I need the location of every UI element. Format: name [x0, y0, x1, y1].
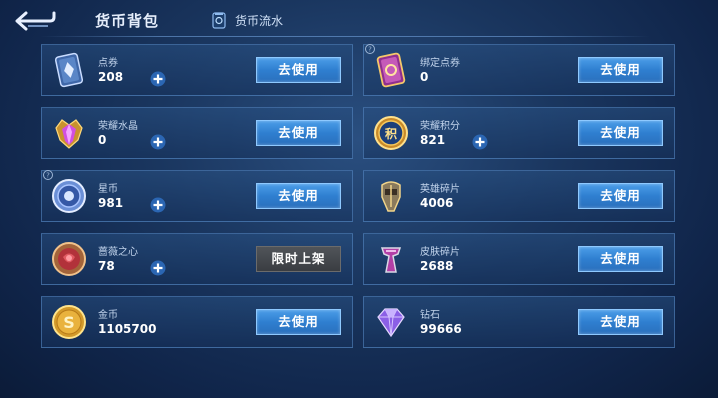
use-button[interactable]: 去使用	[256, 309, 341, 335]
ticket-card-icon	[54, 52, 84, 88]
currency-amount: 0	[98, 133, 107, 147]
currency-card-star-coin: ? 星币 981 去使用	[41, 170, 353, 222]
add-icon[interactable]	[150, 134, 166, 150]
currency-name: 荣耀积分	[420, 121, 460, 132]
currency-card-skin-fragment: 皮肤碎片 2688 去使用	[363, 233, 675, 285]
ledger-icon	[212, 12, 226, 29]
bound-ticket-card-icon	[376, 52, 406, 88]
use-button[interactable]: 去使用	[578, 246, 663, 272]
currency-name: 金币	[98, 310, 118, 321]
use-button[interactable]: 去使用	[256, 183, 341, 209]
svg-text:积: 积	[385, 126, 397, 141]
currency-name: 英雄碎片	[420, 184, 460, 195]
star-coin-icon	[52, 179, 86, 213]
add-icon[interactable]	[472, 134, 488, 150]
currency-card-glory-points: 积 荣耀积分 821 去使用	[363, 107, 675, 159]
currency-amount: 99666	[420, 322, 462, 336]
diamond-icon	[377, 308, 405, 338]
bottom-edge	[0, 398, 718, 403]
currency-card-ticket: 点券 208 去使用	[41, 44, 353, 96]
header-divider	[40, 36, 650, 37]
limited-time-button: 限时上架	[256, 246, 341, 272]
currency-amount: 78	[98, 259, 115, 273]
use-button[interactable]: 去使用	[256, 57, 341, 83]
currency-name: 蔷薇之心	[98, 247, 138, 258]
currency-card-bound-ticket: ? 绑定点券 0 去使用	[363, 44, 675, 96]
currency-name: 钻石	[420, 310, 440, 321]
back-arrow-icon[interactable]	[14, 9, 56, 33]
use-button[interactable]: 去使用	[578, 309, 663, 335]
currency-amount: 0	[420, 70, 429, 84]
currency-amount: 821	[420, 133, 446, 147]
add-icon[interactable]	[150, 260, 166, 276]
currency-flow-label: 货币流水	[235, 14, 284, 28]
gold-coin-icon: S	[52, 305, 86, 339]
currency-flow-link[interactable]: 货币流水	[212, 12, 283, 29]
svg-text:S: S	[63, 313, 75, 332]
currency-amount: 981	[98, 196, 124, 210]
top-bar: 货币背包 货币流水	[0, 0, 718, 40]
currency-card-hero-fragment: 英雄碎片 4006 去使用	[363, 170, 675, 222]
currency-backpack-screen: 货币背包 货币流水 点券 208 去使用 ? 绑定点券 0 去使用 荣耀水晶 0…	[0, 0, 718, 398]
currency-name: 星币	[98, 184, 118, 195]
currency-name: 皮肤碎片	[420, 247, 460, 258]
add-icon[interactable]	[150, 197, 166, 213]
currency-name: 点券	[98, 58, 118, 69]
currency-name: 绑定点券	[420, 58, 460, 69]
currency-amount: 4006	[420, 196, 454, 210]
glory-points-icon: 积	[374, 116, 408, 150]
currency-amount: 1105700	[98, 322, 157, 336]
currency-card-gold-coin: S 金币 1105700 去使用	[41, 296, 353, 348]
rose-heart-icon	[52, 242, 86, 276]
currency-card-diamond: 钻石 99666 去使用	[363, 296, 675, 348]
add-icon[interactable]	[150, 71, 166, 87]
use-button[interactable]: 去使用	[578, 57, 663, 83]
currency-name: 荣耀水晶	[98, 121, 138, 132]
hero-fragment-icon	[381, 181, 401, 212]
page-title: 货币背包	[95, 12, 160, 30]
currency-card-glory-crystal: 荣耀水晶 0 去使用	[41, 107, 353, 159]
use-button[interactable]: 去使用	[256, 120, 341, 146]
skin-fragment-icon	[380, 247, 402, 273]
currency-amount: 2688	[420, 259, 454, 273]
glory-crystal-icon	[55, 119, 83, 149]
currency-amount: 208	[98, 70, 124, 84]
currency-card-rose-heart: 蔷薇之心 78 限时上架	[41, 233, 353, 285]
use-button[interactable]: 去使用	[578, 183, 663, 209]
use-button[interactable]: 去使用	[578, 120, 663, 146]
